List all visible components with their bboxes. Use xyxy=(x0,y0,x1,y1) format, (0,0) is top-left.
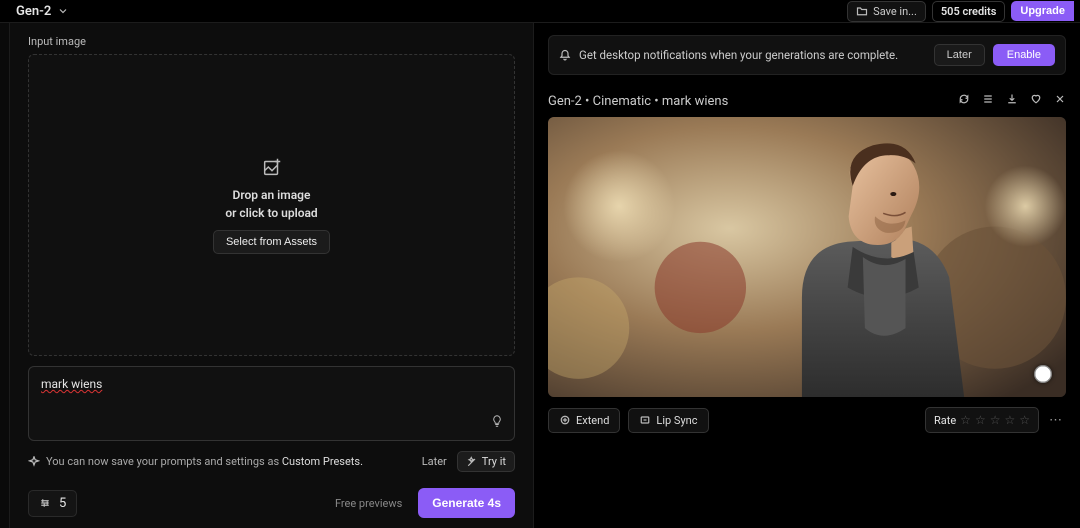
topbar-right: Save in... 505 credits Upgrade xyxy=(847,1,1074,22)
star-icon: ☆ xyxy=(975,413,986,427)
image-plus-icon xyxy=(261,156,283,178)
queue-icon[interactable] xyxy=(982,93,994,109)
prompt-box[interactable]: mark wiens xyxy=(28,366,515,441)
generation-thumbnail[interactable] xyxy=(548,117,1066,397)
wand-icon xyxy=(466,456,478,468)
star-icon: ☆ xyxy=(960,413,971,427)
tip-text: You can now save your prompts and settin… xyxy=(46,455,282,468)
generation-title: Gen-2 • Cinematic • mark wiens xyxy=(548,94,728,109)
generation-header: Gen-2 • Cinematic • mark wiens xyxy=(548,93,1066,109)
chevron-down-icon xyxy=(57,5,69,17)
generate-button[interactable]: Generate 4s xyxy=(418,488,515,518)
credits-badge[interactable]: 505 credits xyxy=(932,1,1006,22)
save-button[interactable]: Save in... xyxy=(847,1,926,22)
drop-line-1: Drop an image xyxy=(225,186,317,204)
generate-bar: 5 Free previews Generate 4s xyxy=(28,482,515,528)
heart-icon[interactable] xyxy=(1030,93,1042,109)
extend-icon xyxy=(559,414,571,426)
save-label: Save in... xyxy=(873,5,917,18)
notification-text: Get desktop notifications when your gene… xyxy=(579,48,898,62)
preset-tip-row: You can now save your prompts and settin… xyxy=(28,441,515,482)
tip-link[interactable]: Custom Presets. xyxy=(282,455,363,468)
model-selector[interactable]: Gen-2 xyxy=(16,4,69,19)
notif-later-button[interactable]: Later xyxy=(934,44,985,66)
extend-button[interactable]: Extend xyxy=(548,408,620,433)
seed-value: 5 xyxy=(59,496,66,511)
lipsync-icon xyxy=(639,414,651,426)
tool-rail xyxy=(0,23,10,528)
tip-later-button[interactable]: Later xyxy=(422,455,447,468)
rate-label: Rate xyxy=(934,414,956,427)
star-icon: ☆ xyxy=(1004,413,1015,427)
regenerate-icon[interactable] xyxy=(958,93,970,109)
lipsync-button[interactable]: Lip Sync xyxy=(628,408,708,433)
model-name: Gen-2 xyxy=(16,4,51,19)
thumbnail-actions: Extend Lip Sync Rate ☆ ☆ ☆ ☆ ☆ ⋯ xyxy=(548,407,1066,433)
topbar: Gen-2 Save in... 505 credits Upgrade xyxy=(0,0,1080,23)
notification-bar: Get desktop notifications when your gene… xyxy=(548,35,1066,75)
right-panel: Get desktop notifications when your gene… xyxy=(534,23,1080,528)
generation-actions xyxy=(958,93,1066,109)
input-image-label: Input image xyxy=(28,35,515,48)
star-icon: ☆ xyxy=(990,413,1001,427)
more-icon[interactable]: ⋯ xyxy=(1045,413,1066,428)
download-icon[interactable] xyxy=(1006,93,1018,109)
drop-line-2: or click to upload xyxy=(225,204,317,222)
free-previews-link[interactable]: Free previews xyxy=(335,497,402,510)
select-from-assets-button[interactable]: Select from Assets xyxy=(213,230,330,254)
dropzone-message: Drop an image or click to upload xyxy=(225,186,317,222)
sliders-icon xyxy=(39,497,51,509)
tip-try-button[interactable]: Try it xyxy=(457,451,515,472)
upgrade-button[interactable]: Upgrade xyxy=(1011,1,1074,21)
settings-pill[interactable]: 5 xyxy=(28,490,77,517)
playhead-indicator xyxy=(1034,365,1052,383)
notif-enable-button[interactable]: Enable xyxy=(993,44,1055,66)
rate-button[interactable]: Rate ☆ ☆ ☆ ☆ ☆ xyxy=(925,407,1039,433)
folder-icon xyxy=(856,5,868,17)
bell-icon xyxy=(559,49,571,61)
image-dropzone[interactable]: Drop an image or click to upload Select … xyxy=(28,54,515,356)
suggestions-icon[interactable] xyxy=(490,414,504,432)
star-icon: ☆ xyxy=(1019,413,1030,427)
prompt-text[interactable]: mark wiens xyxy=(41,377,502,391)
close-icon[interactable] xyxy=(1054,93,1066,109)
sparkle-icon xyxy=(28,456,40,468)
left-panel: Input image Drop an image or click to up… xyxy=(10,23,534,528)
